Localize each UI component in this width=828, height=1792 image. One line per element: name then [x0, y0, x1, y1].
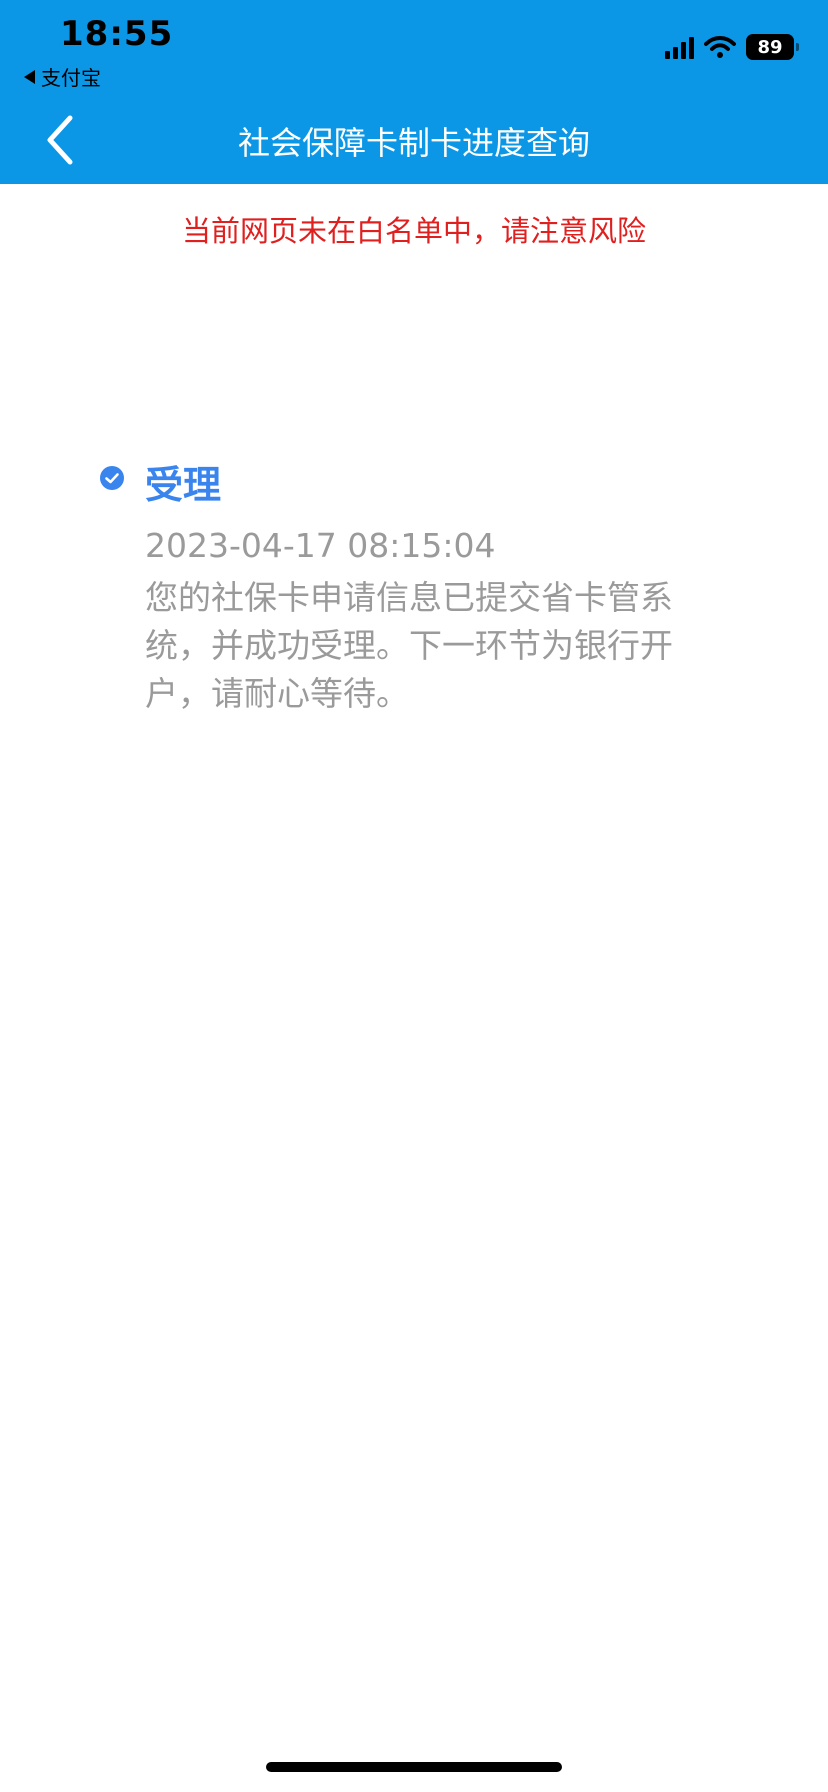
back-arrow-icon — [24, 69, 35, 84]
check-circle-icon — [100, 466, 124, 490]
back-app-label: 支付宝 — [41, 66, 101, 90]
status-indicators: 89 — [665, 34, 799, 60]
back-to-app-button[interactable]: 支付宝 — [24, 62, 101, 91]
home-indicator[interactable] — [266, 1762, 562, 1772]
top-bar: 18:55 支付宝 89 社会保障卡制卡进度查询 — [0, 0, 828, 184]
whitelist-warning: 当前网页未在白名单中，请注意风险 — [181, 214, 646, 248]
step-description: 您的社保卡申请信息已提交省卡管系统，并成功受理。下一环节为银行开户，请耐心等待。 — [145, 578, 673, 713]
signal-icon — [665, 35, 694, 59]
battery-level: 89 — [757, 36, 783, 58]
status-time: 18:55 — [60, 14, 174, 54]
page-title: 社会保障卡制卡进度查询 — [237, 124, 590, 162]
step-time: 2023-04-17 08:15:04 — [145, 526, 496, 565]
step-title: 受理 — [145, 463, 222, 507]
wifi-icon — [704, 36, 736, 58]
battery-icon: 89 — [746, 34, 799, 60]
